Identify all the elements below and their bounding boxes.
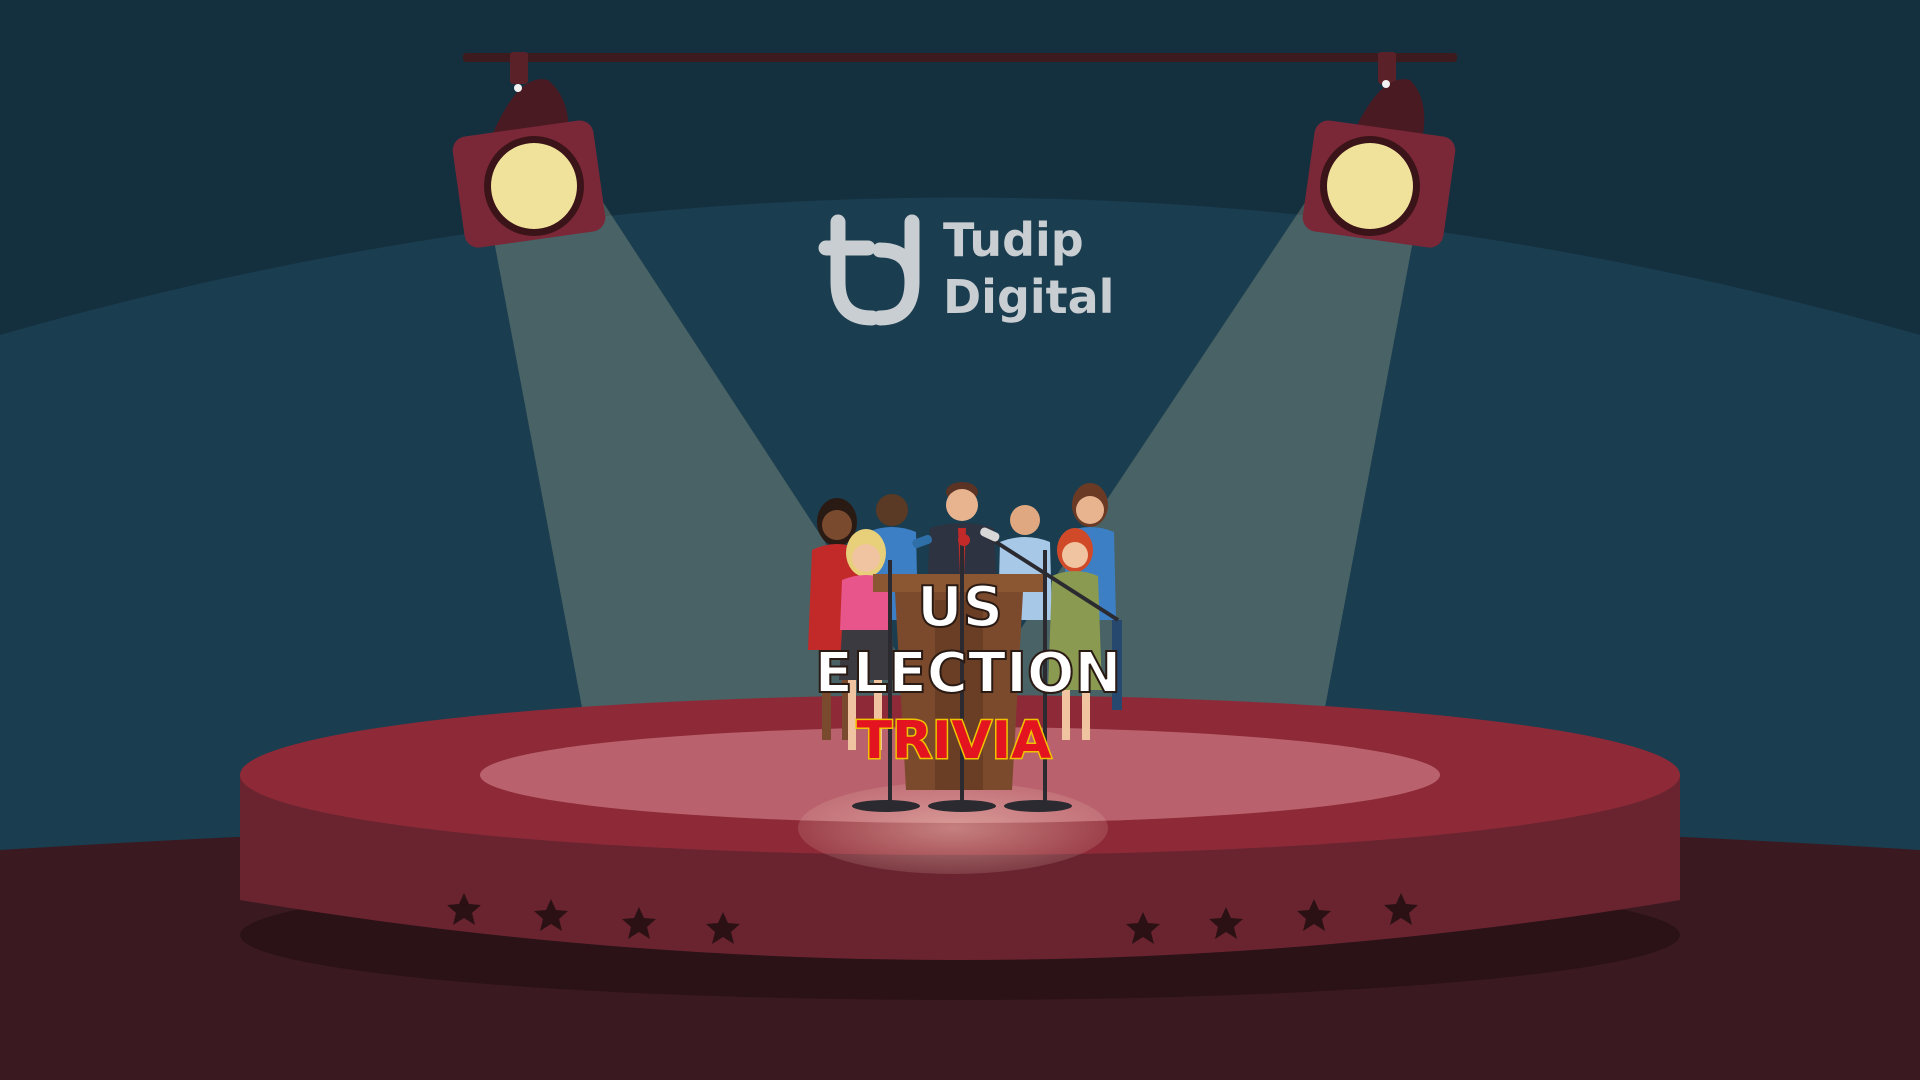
spot-glow-center bbox=[798, 782, 1108, 874]
election-stage-scene: Tudip Digital US ELECTION TRIVIA bbox=[0, 0, 1920, 1080]
logo-line2: Digital bbox=[943, 270, 1114, 324]
title-line2: ELECTION bbox=[815, 641, 1122, 706]
title-line1: US bbox=[917, 575, 1003, 640]
rail-clamp-right bbox=[1378, 52, 1396, 84]
light-rail bbox=[463, 53, 1457, 62]
logo-line1: Tudip bbox=[943, 213, 1084, 267]
microphone-bases bbox=[852, 800, 1072, 812]
rail-clamp-left bbox=[510, 52, 528, 84]
title-line3: TRIVIA bbox=[857, 711, 1052, 771]
